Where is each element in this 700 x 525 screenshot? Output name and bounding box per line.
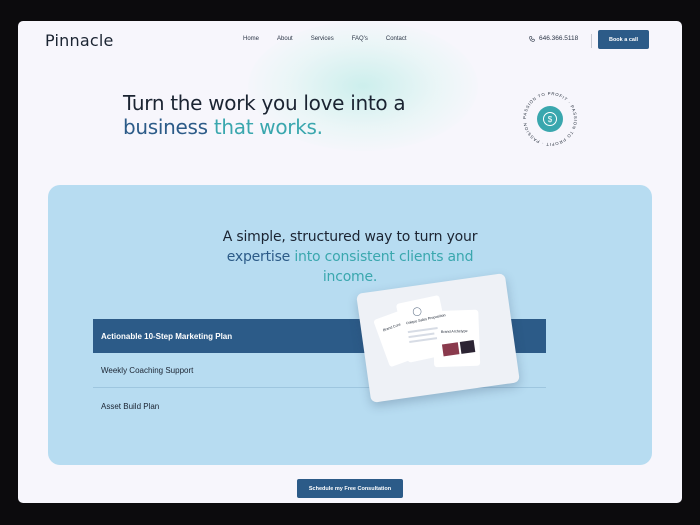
phone-number: 646.366.5118: [539, 35, 579, 42]
panel-heading-line-2: expertise into consistent clients and: [48, 247, 652, 267]
nav-item-services[interactable]: Services: [311, 36, 334, 42]
phone-link[interactable]: 646.366.5118: [529, 35, 578, 42]
hero-words-that-works: that works.: [207, 115, 323, 139]
nav-item-contact[interactable]: Contact: [386, 36, 407, 42]
passion-to-profit-badge: PASSION TO PROFIT · PASSION TO PROFIT · …: [518, 87, 577, 147]
nav-item-about[interactable]: About: [277, 36, 293, 42]
hero-heading: Turn the work you love into a business t…: [123, 91, 406, 139]
hero-line-1: Turn the work you love into a: [123, 91, 406, 115]
browser-page: Pinnacle Home About Services FAQ's Conta…: [18, 21, 682, 503]
book-call-button[interactable]: Book a call: [598, 30, 649, 49]
nav-item-faqs[interactable]: FAQ's: [352, 36, 368, 42]
badge-symbol: $: [548, 115, 553, 124]
header-divider: [591, 34, 592, 48]
nav-item-home[interactable]: Home: [243, 36, 259, 42]
panel-words-clients: into consistent clients and: [290, 249, 474, 265]
hero-word-business: business: [123, 115, 208, 139]
phone-icon: [529, 35, 535, 42]
feature-item-asset-build[interactable]: Asset Build Plan: [93, 389, 546, 423]
panel-heading-line-3: income.: [322, 269, 378, 285]
product-mockup-image: Brand Core Unique Sales Proposition Bran…: [356, 273, 520, 403]
panel-word-expertise: expertise: [226, 249, 291, 265]
schedule-consultation-button[interactable]: Schedule my Free Consultation: [297, 479, 403, 498]
hero-line-2: business that works.: [123, 115, 405, 139]
mockup-illustration: Brand Core Unique Sales Proposition Bran…: [373, 295, 481, 368]
brand-logo[interactable]: Pinnacle: [45, 31, 114, 50]
panel-heading-line-1: A simple, structured way to turn your: [222, 229, 478, 245]
panel-heading: A simple, structured way to turn your ex…: [48, 227, 652, 287]
main-nav: Home About Services FAQ's Contact: [243, 36, 425, 42]
